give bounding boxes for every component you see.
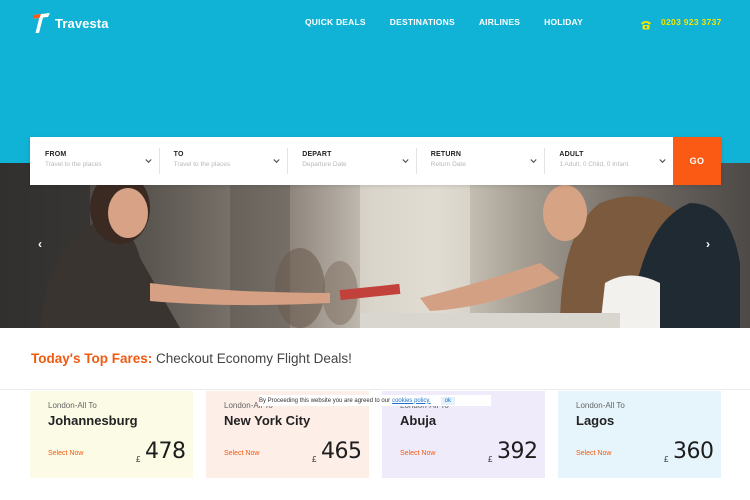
cookie-notice: By Proceeding this website you are agree… [259,395,491,406]
to-field[interactable]: TO Travel to the places [158,137,288,185]
fare-currency: £ [136,455,141,464]
fare-city: Lagos [576,413,615,428]
go-button[interactable]: GO [672,137,721,185]
select-now-link[interactable]: Select Now [224,450,259,457]
phone-contact[interactable]: 0203 923 3737 [640,17,722,30]
chevron-down-icon [659,159,666,164]
return-label: RETURN [430,151,462,158]
hero-slider-image [0,163,750,328]
nav-airlines[interactable]: AIRLINES [479,17,520,27]
phone-number: 0203 923 3737 [661,17,722,27]
fare-card-johannesburg[interactable]: London-All To Johannesburg Select Now £ … [30,391,193,478]
fare-price: 392 [497,439,538,464]
chevron-down-icon [144,159,152,164]
hero-next-arrow[interactable]: › [706,237,710,251]
main-nav: QUICK DEALS DESTINATIONS AIRLINES HOLIDA… [305,17,607,27]
fare-city: New York City [224,413,311,428]
depart-field[interactable]: DEPART Departure Date [287,137,416,185]
fare-route: London-All To [576,401,625,410]
fare-currency: £ [664,455,669,464]
fare-price: 360 [673,439,714,464]
phone-icon [640,17,652,30]
flight-search-bar: FROM Travel to the places TO Travel to t… [30,137,721,185]
top-fares-heading: Today's Top Fares: Checkout Economy Flig… [31,351,352,366]
hero-prev-arrow[interactable]: ‹ [38,237,42,251]
adult-label: ADULT [559,151,584,158]
to-label: TO [173,151,184,158]
cookies-policy-link[interactable]: cookies policy. [392,398,431,404]
depart-label: DEPART [302,151,332,158]
fare-card-lagos[interactable]: London-All To Lagos Select Now £ 360 [558,391,721,478]
fare-currency: £ [312,455,317,464]
logo-mark-icon [32,12,52,34]
fare-price: 465 [321,439,362,464]
fare-city: Abuja [400,413,437,428]
nav-holiday[interactable]: HOLIDAY [544,17,583,27]
top-fares-highlight: Today's Top Fares: [31,351,153,366]
select-now-link[interactable]: Select Now [400,450,435,457]
logo[interactable]: Travesta [32,12,109,34]
return-placeholder: Return Date [430,161,466,168]
section-divider [0,389,750,390]
fare-city: Johannesburg [48,413,138,428]
chevron-down-icon [530,159,538,164]
nav-quick-deals[interactable]: QUICK DEALS [305,17,366,27]
cookie-text: By Proceeding this website you are agree… [259,397,391,404]
nav-destinations[interactable]: DESTINATIONS [390,17,455,27]
from-field[interactable]: FROM Travel to the places [30,137,159,185]
fare-price: 478 [145,439,186,464]
chevron-down-icon [402,159,409,164]
from-placeholder: Travel to the places [45,161,102,168]
top-fares-subtitle: Checkout Economy Flight Deals! [156,351,352,366]
adult-placeholder: 1 Adult, 0 Child, 0 Infant [559,161,629,168]
fare-currency: £ [488,455,493,464]
return-field[interactable]: RETURN Return Date [415,137,545,185]
fare-route: London-All To [48,401,97,410]
select-now-link[interactable]: Select Now [48,450,83,457]
to-placeholder: Travel to the places [173,161,231,168]
from-label: FROM [45,151,67,158]
cookie-ok-button[interactable]: ok [440,396,455,405]
adult-field[interactable]: ADULT 1 Adult, 0 Child, 0 Infant [544,137,673,185]
chevron-down-icon [273,159,280,164]
page: Travesta QUICK DEALS DESTINATIONS AIRLIN… [0,0,750,500]
select-now-link[interactable]: Select Now [576,450,611,457]
depart-placeholder: Departure Date [302,161,347,168]
logo-text: Travesta [55,15,109,31]
